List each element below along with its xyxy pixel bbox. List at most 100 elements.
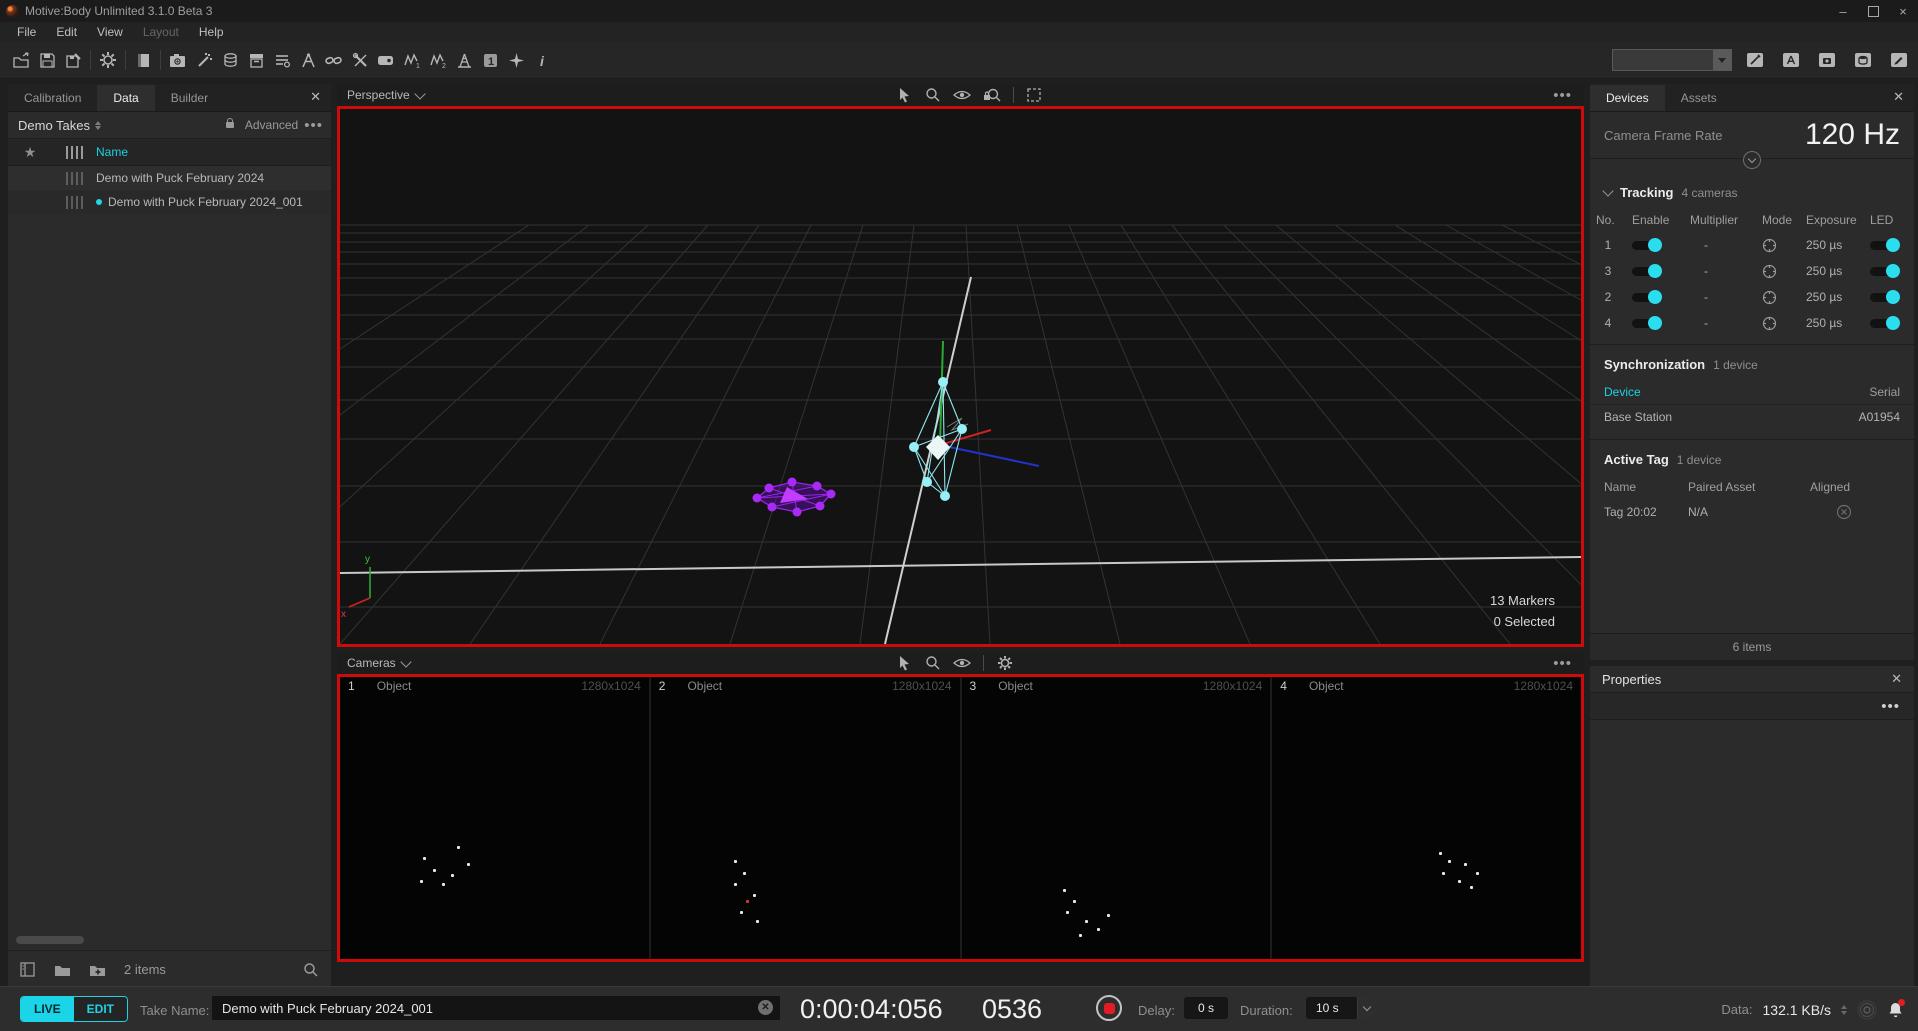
exposure-value[interactable]: 250 µs: [1806, 258, 1870, 284]
exposure-value[interactable]: 250 µs: [1806, 284, 1870, 310]
close-pane-icon[interactable]: ✕: [1883, 89, 1914, 111]
menu-help[interactable]: Help: [190, 23, 233, 41]
menu-layout[interactable]: Layout: [134, 23, 188, 41]
builder-compass-icon[interactable]: [295, 47, 321, 73]
cameras-view-selector[interactable]: Cameras: [347, 656, 410, 670]
duration-select[interactable]: 10 s: [1306, 997, 1376, 1019]
tab-data[interactable]: Data: [97, 85, 154, 111]
menu-file[interactable]: File: [8, 23, 45, 41]
enable-toggle[interactable]: [1632, 293, 1660, 302]
select-cursor-icon[interactable]: [898, 87, 913, 103]
camera-preview-pane-icon[interactable]: [1814, 47, 1840, 73]
col-serial[interactable]: Serial: [1869, 385, 1900, 399]
exposure-value[interactable]: 250 µs: [1806, 232, 1870, 258]
star-column-icon[interactable]: ★: [8, 144, 52, 161]
take-row[interactable]: Demo with Puck February 2024_001: [8, 190, 331, 214]
delay-input[interactable]: 0 s: [1184, 997, 1228, 1019]
live-mode-button[interactable]: LIVE: [21, 997, 74, 1021]
assets-pane-icon[interactable]: [1778, 47, 1804, 73]
advanced-label[interactable]: Advanced: [245, 118, 298, 132]
force-plate-icon[interactable]: [451, 47, 477, 73]
tracking-section-header[interactable]: Tracking 4 cameras: [1590, 173, 1914, 208]
properties-pane-icon[interactable]: [1886, 47, 1912, 73]
open-folder-icon[interactable]: [54, 963, 71, 977]
col-tag-name[interactable]: Name: [1604, 475, 1688, 499]
led-toggle[interactable]: [1870, 319, 1898, 328]
device-card-icon[interactable]: [373, 47, 399, 73]
col-paired-asset[interactable]: Paired Asset: [1688, 475, 1810, 499]
zoom-icon[interactable]: [925, 87, 941, 103]
camera-view-3[interactable]: 3 Object 1280x1024: [962, 677, 1271, 959]
rigid-body-2-icon[interactable]: 2: [425, 47, 451, 73]
menu-edit[interactable]: Edit: [47, 23, 86, 41]
col-aligned[interactable]: Aligned: [1810, 475, 1900, 499]
camera-view-4[interactable]: 4 Object 1280x1024: [1272, 677, 1581, 959]
enable-toggle[interactable]: [1632, 241, 1660, 250]
col-device[interactable]: Device: [1604, 385, 1641, 399]
horizontal-scrollbar[interactable]: [16, 936, 84, 944]
tools-icon[interactable]: [347, 47, 373, 73]
menu-view[interactable]: View: [88, 23, 132, 41]
clear-take-name-icon[interactable]: ✕: [758, 1000, 773, 1015]
tag-name[interactable]: Tag 20:02: [1604, 499, 1688, 525]
mode-icon[interactable]: [1762, 258, 1806, 284]
mode-icon[interactable]: [1762, 310, 1806, 336]
data-pane-icon[interactable]: [1850, 47, 1876, 73]
data-streaming-icon[interactable]: [217, 47, 243, 73]
save-take-icon[interactable]: [34, 47, 60, 73]
cameras-more-options[interactable]: •••: [1553, 655, 1572, 672]
not-aligned-icon[interactable]: [1810, 499, 1900, 525]
viewport-more-options[interactable]: •••: [1553, 87, 1572, 104]
camera-calibration-icon[interactable]: [165, 47, 191, 73]
view-selector[interactable]: Perspective: [347, 88, 424, 102]
open-take-icon[interactable]: [8, 47, 34, 73]
marker-sparkle-icon[interactable]: [503, 47, 529, 73]
record-button[interactable]: [1096, 995, 1122, 1021]
takes-more-options[interactable]: •••: [304, 117, 323, 134]
archive-icon[interactable]: [243, 47, 269, 73]
synchronization-section-header[interactable]: Synchronization 1 device: [1590, 345, 1914, 380]
wand-icon[interactable]: [191, 47, 217, 73]
search-icon[interactable]: [303, 962, 319, 978]
tab-assets[interactable]: Assets: [1665, 85, 1733, 111]
sync-device-row[interactable]: Base Station A01954: [1590, 404, 1914, 429]
layout-edit-pane-icon[interactable]: [1742, 47, 1768, 73]
tab-calibration[interactable]: Calibration: [8, 85, 97, 111]
properties-more-options[interactable]: •••: [1881, 698, 1900, 715]
camera-view-2[interactable]: 2 Object 1280x1024: [651, 677, 960, 959]
expand-chevron-icon[interactable]: [1743, 151, 1761, 169]
edit-mode-button[interactable]: EDIT: [74, 997, 127, 1021]
link-icon[interactable]: [321, 47, 347, 73]
led-toggle[interactable]: [1870, 267, 1898, 276]
viewport-3d[interactable]: y x 13 Markers 0 Selected: [337, 106, 1584, 647]
settings-gear-icon[interactable]: [95, 47, 121, 73]
mode-icon[interactable]: [1762, 284, 1806, 310]
frame-rate-value[interactable]: 120 Hz: [1805, 118, 1900, 152]
take-name-input[interactable]: [212, 996, 780, 1020]
save-as-icon[interactable]: [60, 47, 86, 73]
new-folder-icon[interactable]: [89, 963, 106, 977]
layout-selector-dropdown-icon[interactable]: [1713, 50, 1731, 70]
tab-devices[interactable]: Devices: [1590, 85, 1665, 111]
maximize-button[interactable]: [1858, 0, 1888, 22]
list-options-icon[interactable]: [269, 47, 295, 73]
zoom-lock-icon[interactable]: [983, 87, 1001, 103]
enable-toggle[interactable]: [1632, 319, 1660, 328]
visibility-eye-icon[interactable]: [953, 657, 971, 669]
visibility-eye-icon[interactable]: [953, 89, 971, 101]
enable-toggle[interactable]: [1632, 267, 1660, 276]
zoom-icon[interactable]: [925, 655, 941, 671]
duration-dropdown-icon[interactable]: [1357, 997, 1376, 1019]
close-pane-icon[interactable]: ✕: [300, 89, 331, 111]
layout-selector[interactable]: [1612, 49, 1732, 71]
toggle-panes-icon[interactable]: [20, 962, 36, 977]
calibration-pane-icon[interactable]: [130, 47, 156, 73]
mode-icon[interactable]: [1762, 232, 1806, 258]
rigid-body-1-icon[interactable]: 1: [399, 47, 425, 73]
tab-builder[interactable]: Builder: [155, 85, 224, 111]
takes-group-label[interactable]: Demo Takes: [18, 118, 90, 133]
bars-column-icon[interactable]: [52, 146, 96, 159]
take-row[interactable]: Demo with Puck February 2024: [8, 166, 331, 190]
name-column-header[interactable]: Name: [96, 145, 128, 159]
camera-view-1[interactable]: 1 Object 1280x1024: [340, 677, 649, 959]
